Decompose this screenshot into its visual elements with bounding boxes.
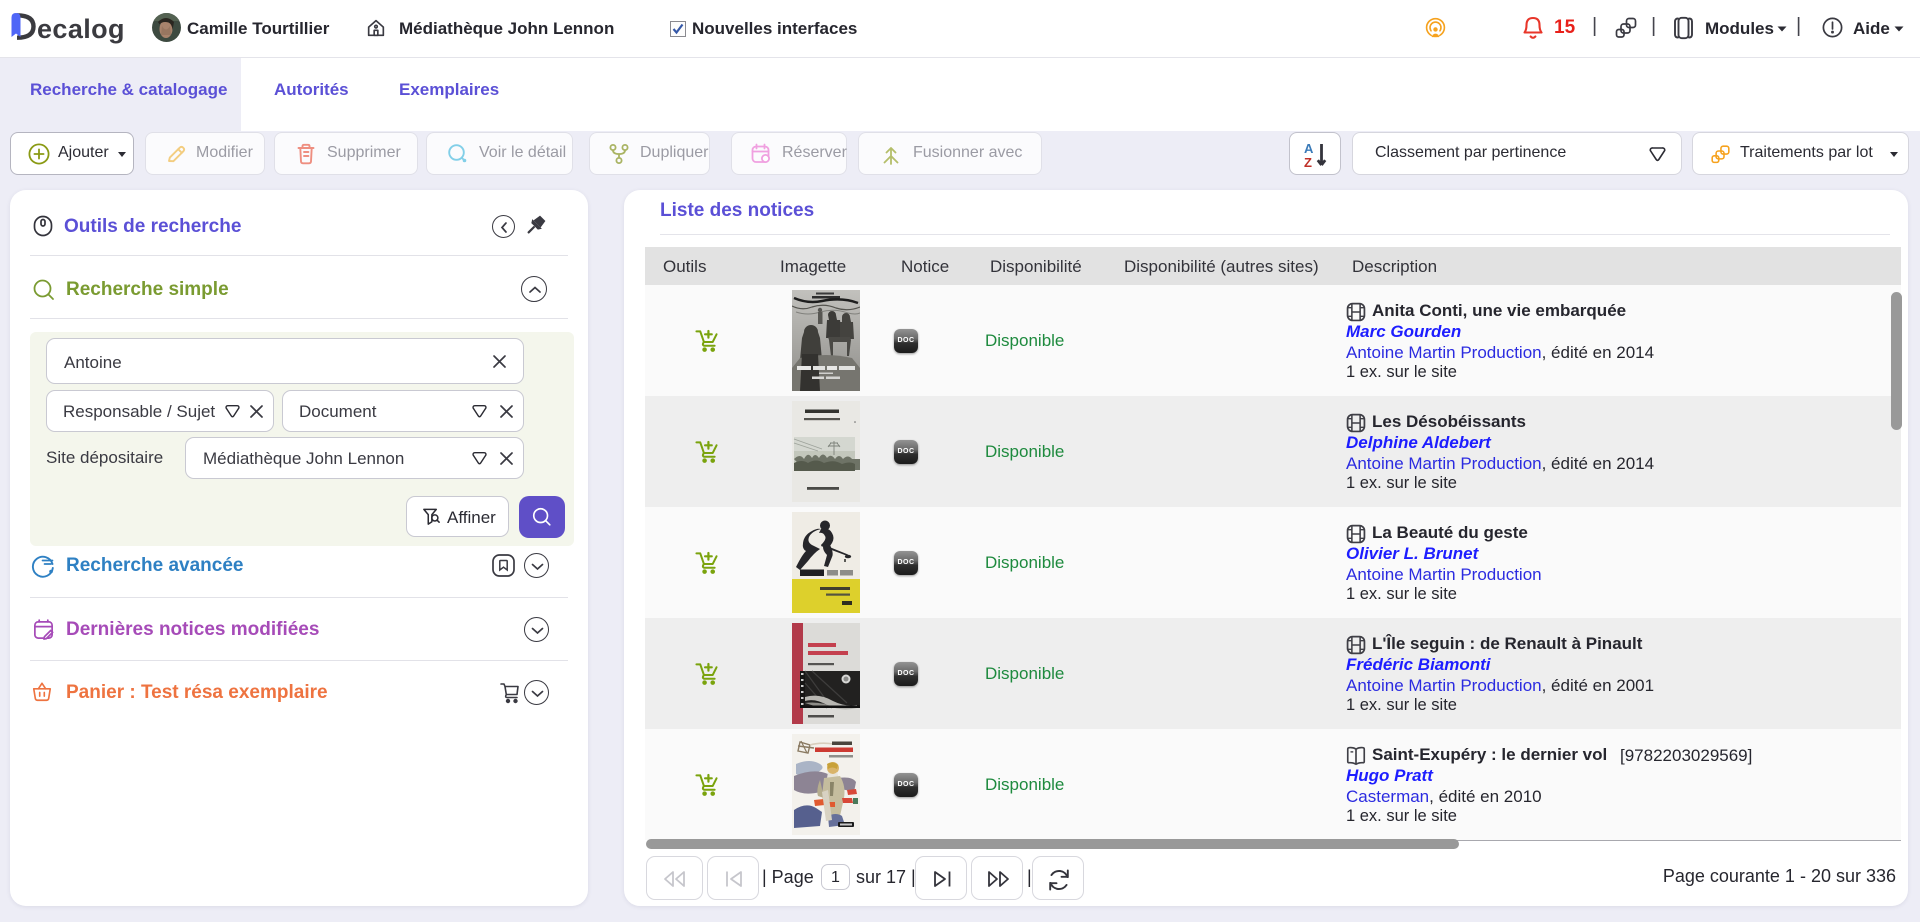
svg-text:ecalog: ecalog [37,14,125,44]
svg-text:A: A [1304,141,1314,156]
svg-text:Z: Z [1304,155,1312,170]
